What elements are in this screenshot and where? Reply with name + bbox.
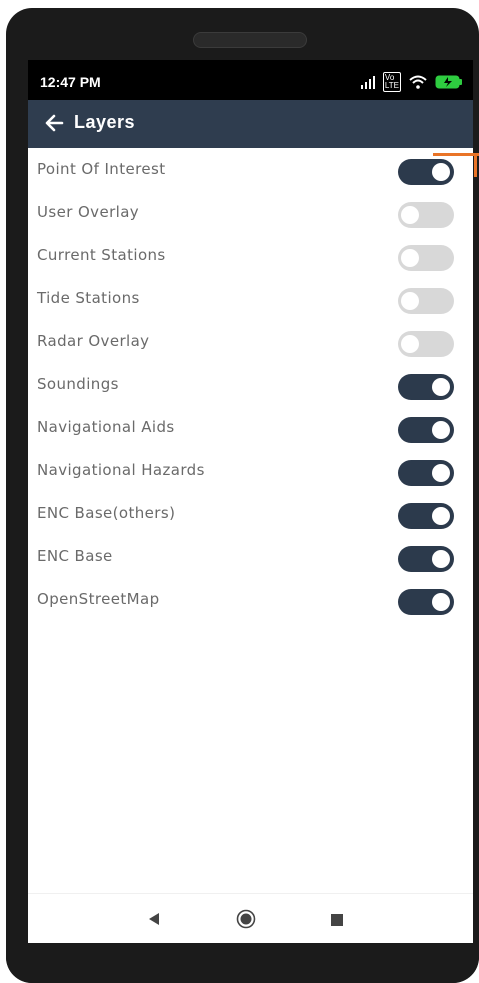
layer-label: Navigational Aids xyxy=(37,418,175,436)
layer-toggle-point-of-interest[interactable] xyxy=(398,159,454,185)
status-bar: 12:47 PM Vo LTE xyxy=(28,60,473,100)
toggle-knob xyxy=(432,593,450,611)
layer-toggle-navigational-hazards[interactable] xyxy=(398,460,454,486)
status-time: 12:47 PM xyxy=(40,74,101,90)
page-title: Layers xyxy=(74,112,136,132)
layer-label: Tide Stations xyxy=(37,289,140,307)
toggle-knob xyxy=(401,249,419,267)
layer-toggle-openstreetmap[interactable] xyxy=(398,589,454,615)
layer-label: Point Of Interest xyxy=(37,160,166,178)
arrow-left-icon[interactable] xyxy=(44,113,64,133)
toggle-knob xyxy=(432,464,450,482)
signal-icon xyxy=(360,75,375,89)
layer-toggle-enc-base-others[interactable] xyxy=(398,503,454,529)
toggle-knob xyxy=(432,507,450,525)
layer-label: Radar Overlay xyxy=(37,332,150,350)
toggle-knob xyxy=(432,163,450,181)
layer-toggle-navigational-aids[interactable] xyxy=(398,417,454,443)
layer-row-current-stations: Current Stations xyxy=(28,234,473,277)
layer-label: Current Stations xyxy=(37,246,166,264)
system-nav-bar xyxy=(28,893,473,943)
layer-row-tide-stations: Tide Stations xyxy=(28,277,473,320)
layer-toggle-current-stations[interactable] xyxy=(398,245,454,271)
layer-row-openstreetmap: OpenStreetMap xyxy=(28,578,473,621)
layer-toggle-soundings[interactable] xyxy=(398,374,454,400)
speaker-grille xyxy=(193,32,307,48)
layer-row-point-of-interest: Point Of Interest xyxy=(28,148,473,191)
toggle-knob xyxy=(401,335,419,353)
toggle-knob xyxy=(432,378,450,396)
layer-label: User Overlay xyxy=(37,203,140,221)
bottom-bezel xyxy=(6,943,479,983)
layer-toggle-user-overlay[interactable] xyxy=(398,202,454,228)
layer-label: OpenStreetMap xyxy=(37,590,160,608)
square-recents-icon[interactable] xyxy=(331,914,343,926)
layer-row-navigational-hazards: Navigational Hazards xyxy=(28,449,473,492)
layer-label: Navigational Hazards xyxy=(37,461,205,479)
battery-charging-icon xyxy=(435,75,462,89)
volte-icon: Vo LTE xyxy=(382,72,401,92)
toggle-knob xyxy=(401,292,419,310)
annotation-arrow-tail xyxy=(474,155,477,177)
triangle-back-icon[interactable] xyxy=(148,912,160,926)
status-icons: Vo LTE xyxy=(360,72,463,92)
layer-row-enc-base-others: ENC Base(others) xyxy=(28,492,473,535)
toggle-knob xyxy=(401,206,419,224)
layer-toggle-enc-base[interactable] xyxy=(398,546,454,572)
wifi-icon xyxy=(409,75,427,89)
toggle-knob xyxy=(432,550,450,568)
phone-frame: 12:47 PM Vo LTE Layers Point Of Interest… xyxy=(6,8,479,983)
layers-list: Point Of Interest User Overlay Current S… xyxy=(28,148,473,893)
app-bar: Layers xyxy=(28,100,473,148)
layer-toggle-tide-stations[interactable] xyxy=(398,288,454,314)
layer-label: ENC Base(others) xyxy=(37,504,176,522)
layer-label: Soundings xyxy=(37,375,119,393)
screen: 12:47 PM Vo LTE Layers Point Of Interest… xyxy=(28,60,473,943)
toggle-knob xyxy=(432,421,450,439)
annotation-arrow-line xyxy=(433,153,479,156)
layer-toggle-radar-overlay[interactable] xyxy=(398,331,454,357)
layer-row-radar-overlay: Radar Overlay xyxy=(28,320,473,363)
circle-home-icon[interactable] xyxy=(236,909,256,929)
layer-row-enc-base: ENC Base xyxy=(28,535,473,578)
layer-row-soundings: Soundings xyxy=(28,363,473,406)
layer-label: ENC Base xyxy=(37,547,113,565)
layer-row-navigational-aids: Navigational Aids xyxy=(28,406,473,449)
layer-row-user-overlay: User Overlay xyxy=(28,191,473,234)
